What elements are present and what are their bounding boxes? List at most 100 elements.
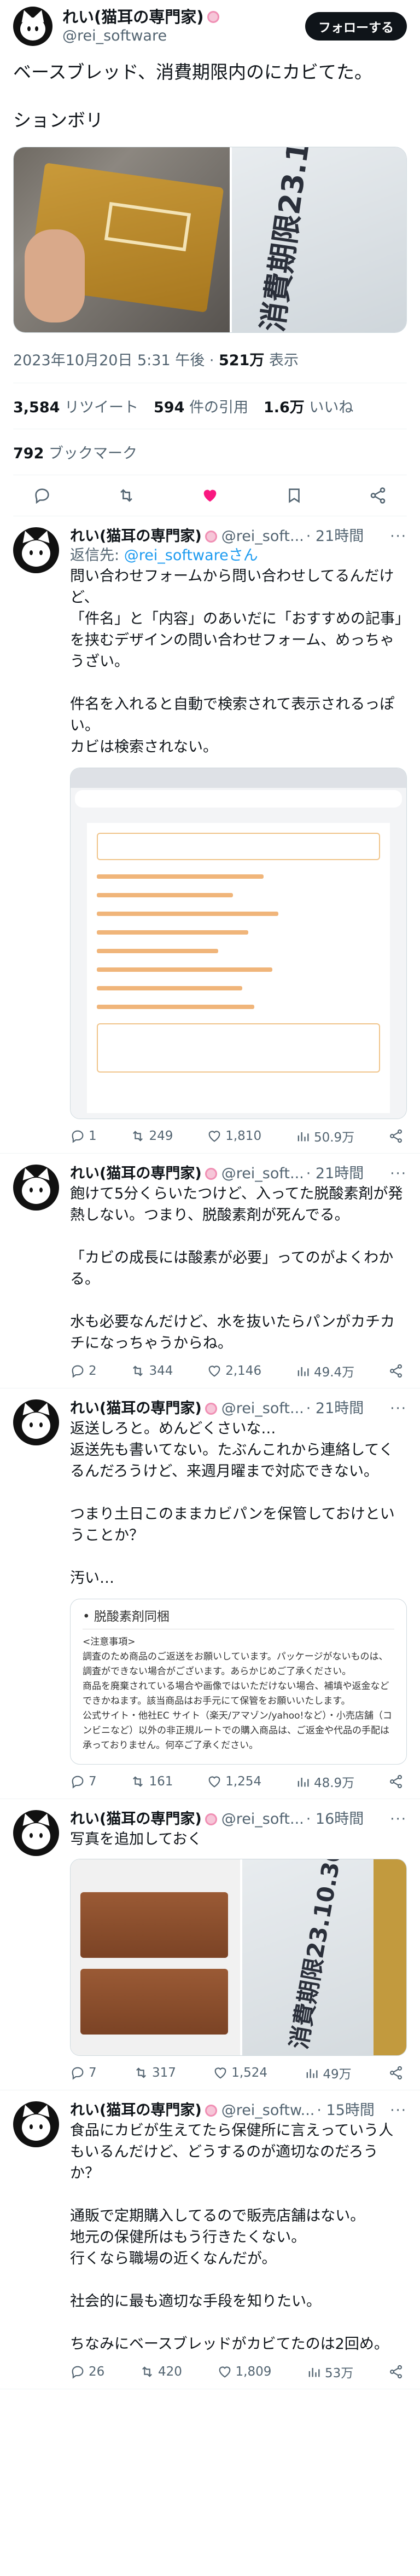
display-name[interactable]: れい(猫耳の専門家)	[70, 1810, 202, 1829]
like-action[interactable]: 1,254	[207, 1774, 261, 1789]
views-action[interactable]: 50.9万	[295, 1127, 354, 1145]
retweet-action[interactable]: 249	[130, 1128, 173, 1144]
reply-body: れい(猫耳の専門家) @rei_soft... · 21時間 ··· 返信先: …	[70, 527, 407, 1145]
reply-action[interactable]: 1	[70, 1128, 97, 1144]
timestamp[interactable]: · 21時間	[306, 1399, 364, 1418]
author-handle[interactable]: @rei_soft...	[221, 1399, 304, 1418]
timestamp[interactable]: · 16時間	[306, 1810, 364, 1829]
more-icon[interactable]: ···	[390, 1165, 407, 1183]
notice-screenshot[interactable]: • 脱酸素剤同梱 <注意事項> 調査のため商品のご返送をお願いしています。パッケ…	[70, 1599, 407, 1765]
author-handle[interactable]: @rei_soft...	[221, 1165, 304, 1183]
retweet-icon	[130, 1774, 145, 1789]
retweet-icon	[130, 1128, 145, 1144]
more-icon[interactable]: ···	[390, 527, 407, 546]
profile-badge-icon	[205, 2105, 217, 2117]
reply-icon[interactable]	[33, 486, 51, 505]
share-icon[interactable]	[388, 1363, 404, 1379]
views-action[interactable]: 49.4万	[295, 1362, 354, 1380]
author-handle[interactable]: @rei_soft...	[221, 527, 304, 546]
reply-actions: 2 344 2,146 49.4万	[70, 1362, 407, 1380]
reply-action[interactable]: 26	[70, 2364, 104, 2379]
timestamp[interactable]: · 21時間	[306, 1165, 364, 1183]
reply-action[interactable]: 2	[70, 1363, 97, 1379]
author-handle[interactable]: @rei_softw...	[221, 2101, 315, 2120]
avatar[interactable]	[13, 1810, 59, 1856]
like-action[interactable]: 1,809	[217, 2364, 271, 2379]
bookmark-icon[interactable]	[285, 486, 304, 505]
author-handle[interactable]: @rei_soft...	[221, 1810, 304, 1829]
reply-tweet[interactable]: れい(猫耳の専門家) @rei_soft... · 21時間 ··· 返信先: …	[0, 516, 420, 1154]
reply-icon	[70, 1363, 85, 1379]
quote-stat[interactable]: 594 件の引用	[154, 395, 248, 417]
retweet-icon[interactable]	[117, 486, 136, 505]
reply-tweet[interactable]: れい(猫耳の専門家) @rei_soft... · 16時間 ··· 写真を追加…	[0, 1799, 420, 2090]
avatar[interactable]	[13, 1165, 59, 1211]
avatar[interactable]	[13, 527, 59, 573]
follow-button[interactable]: フォローする	[305, 12, 407, 41]
reply-header: れい(猫耳の専門家) @rei_soft... · 21時間 ···	[70, 527, 407, 546]
like-stat[interactable]: 1.6万 いいね	[264, 395, 353, 417]
reply-action[interactable]: 7	[70, 2065, 97, 2081]
reply-text: 食品にカビが生えてたら保健所に言えっていう人もいるんだけど、どうするのが適切なの…	[70, 2122, 394, 2353]
views-action[interactable]: 53万	[306, 2362, 353, 2381]
retweet-action[interactable]: 161	[130, 1774, 173, 1789]
avatar[interactable]	[13, 1399, 59, 1445]
like-action[interactable]: 2,146	[207, 1363, 261, 1379]
reply-action[interactable]: 7	[70, 1774, 97, 1789]
avatar[interactable]	[13, 7, 52, 46]
display-name[interactable]: れい(猫耳の専門家)	[70, 1399, 202, 1418]
bread-photo[interactable]	[14, 147, 230, 332]
main-actions	[13, 475, 407, 516]
share-icon[interactable]	[388, 1128, 404, 1144]
avatar[interactable]	[13, 2101, 59, 2147]
tweet-media[interactable]: 消費期限23.10.30/ 製造所固有記号 +R	[13, 147, 407, 333]
views-icon	[306, 2364, 322, 2379]
views-icon	[304, 2065, 319, 2081]
timestamp[interactable]: · 21時間	[306, 527, 364, 546]
retweet-action[interactable]: 344	[130, 1363, 173, 1379]
display-name[interactable]: れい(猫耳の専門家)	[62, 7, 305, 27]
heart-icon[interactable]	[201, 486, 219, 505]
share-icon[interactable]	[388, 2364, 404, 2379]
retweet-icon	[130, 1363, 145, 1379]
engagement-stats: 3,584 リツイート 594 件の引用 1.6万 いいね	[13, 383, 407, 429]
reply-icon	[70, 1774, 85, 1789]
author-handle[interactable]: @rei_software	[62, 27, 305, 45]
views-action[interactable]: 48.9万	[295, 1772, 354, 1791]
retweet-stat[interactable]: 3,584 リツイート	[13, 395, 138, 417]
label-photo[interactable]: 消費期限23.10.30/ 製造所固有記号 +R	[232, 147, 406, 332]
profile-badge-icon	[205, 1813, 217, 1825]
like-action[interactable]: 1,524	[213, 2065, 267, 2081]
display-name[interactable]: れい(猫耳の専門家)	[70, 527, 202, 546]
reply-tweet[interactable]: れい(猫耳の専門家) @rei_softw... · 15時間 ··· 食品にカ…	[0, 2090, 420, 2389]
tweet-date[interactable]: 2023年10月20日 5:31 午後	[13, 352, 205, 369]
views-action[interactable]: 49万	[304, 2064, 352, 2082]
bookmark-stat[interactable]: 792 ブックマーク	[13, 441, 137, 463]
like-action[interactable]: 1,810	[207, 1128, 261, 1144]
author-names: れい(猫耳の専門家) @rei_software	[62, 7, 305, 45]
reply-body: れい(猫耳の専門家) @rei_soft... · 21時間 ··· 返送しろと…	[70, 1399, 407, 1791]
more-icon[interactable]: ···	[390, 1810, 407, 1829]
screenshot-media[interactable]	[70, 768, 407, 1119]
share-icon[interactable]	[369, 486, 387, 505]
display-name[interactable]: れい(猫耳の専門家)	[70, 1165, 202, 1183]
reply-tweet[interactable]: れい(猫耳の専門家) @rei_soft... · 21時間 ··· 返送しろと…	[0, 1388, 420, 1799]
timestamp[interactable]: · 15時間	[317, 2101, 375, 2120]
bread-bars-photo[interactable]	[71, 1859, 240, 2055]
reply-to-link[interactable]: @rei_softwareさん	[124, 547, 258, 564]
photo-media[interactable]: 消費期限23.10.30/ 製造所固有記号	[70, 1859, 407, 2056]
reply-actions: 26 420 1,809 53万	[70, 2362, 407, 2381]
share-icon[interactable]	[388, 2065, 404, 2081]
reply-body: れい(猫耳の専門家) @rei_softw... · 15時間 ··· 食品にカ…	[70, 2101, 407, 2381]
reply-to-line: 返信先: @rei_softwareさん	[70, 547, 258, 564]
profile-badge-icon	[207, 11, 219, 23]
reply-text: 返送しろと。めんどくさいな… 返送先も書いてない。たぶんこれから連絡してくるんだ…	[70, 1420, 395, 1587]
reply-tweet[interactable]: れい(猫耳の専門家) @rei_soft... · 21時間 ··· 飽けて5分…	[0, 1154, 420, 1388]
more-icon[interactable]: ···	[390, 1399, 407, 1418]
share-icon[interactable]	[388, 1774, 404, 1789]
retweet-action[interactable]: 420	[139, 2364, 182, 2379]
display-name[interactable]: れい(猫耳の専門家)	[70, 2101, 202, 2120]
label-photo[interactable]: 消費期限23.10.30/ 製造所固有記号	[242, 1859, 406, 2055]
more-icon[interactable]: ···	[390, 2101, 407, 2120]
retweet-action[interactable]: 317	[133, 2065, 176, 2081]
